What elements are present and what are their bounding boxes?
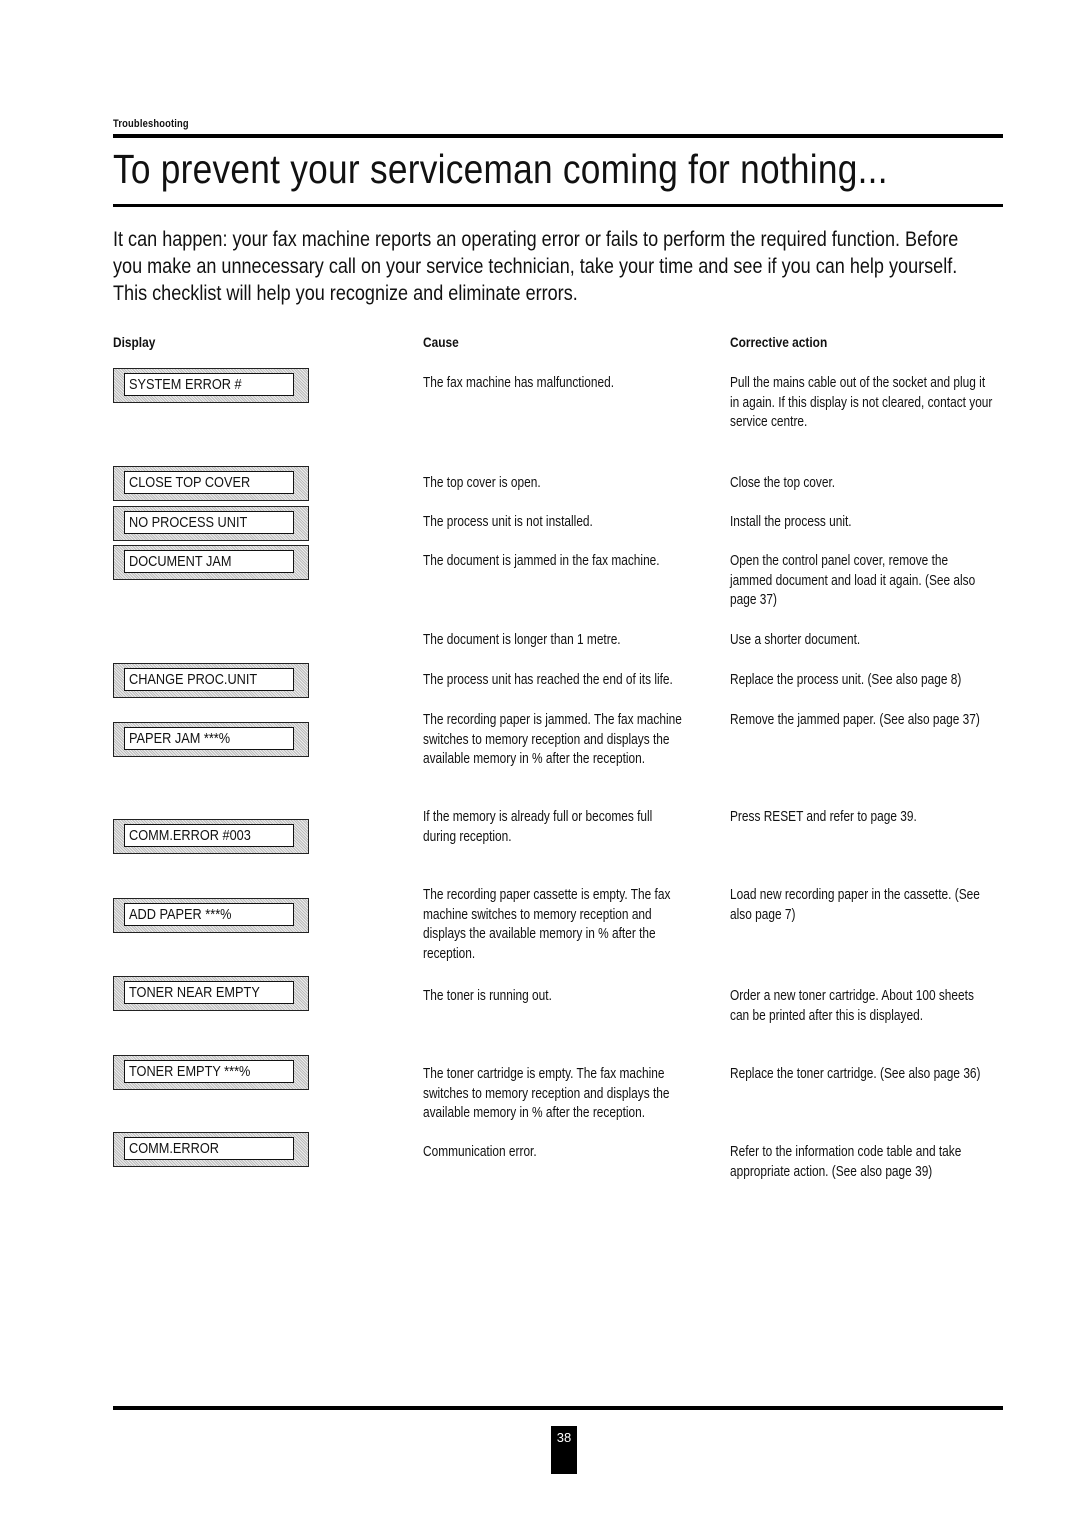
lcd-display: PAPER JAM ***% (113, 722, 309, 757)
column-header-action: Corrective action (730, 334, 828, 350)
lcd-display: ADD PAPER ***% (113, 898, 309, 933)
cause-text: The fax machine has malfunctioned. (423, 375, 615, 391)
action-text: Load new recording paper in the cassette… (730, 887, 980, 923)
page-title: To prevent your serviceman coming for no… (113, 146, 888, 192)
lcd-display: CLOSE TOP COVER (113, 466, 309, 501)
cause-text: The toner cartridge is empty. The fax ma… (423, 1066, 670, 1121)
lcd-display: COMM.ERROR #003 (113, 819, 309, 854)
lcd-display: CHANGE PROC.UNIT (113, 663, 309, 698)
lcd-text: CLOSE TOP COVER (129, 474, 251, 491)
cause-text: The process unit has reached the end of … (423, 672, 673, 688)
lcd-text: TONER EMPTY ***% (129, 1063, 251, 1080)
lcd-display: SYSTEM ERROR # (113, 368, 309, 403)
action-text: Close the top cover. (730, 475, 836, 491)
header-rule (113, 134, 1003, 138)
cause-text: The document is jammed in the fax machin… (423, 553, 660, 569)
footer-rule (113, 1406, 1003, 1410)
lcd-text: COMM.ERROR #003 (129, 827, 251, 844)
column-header-display: Display (113, 334, 156, 350)
cause-text: The recording paper is jammed. The fax m… (423, 712, 682, 767)
lcd-text: COMM.ERROR (129, 1140, 219, 1157)
action-text: Install the process unit. (730, 514, 852, 530)
action-text: Replace the toner cartridge. (See also p… (730, 1066, 981, 1082)
cause-text: The recording paper cassette is empty. T… (423, 887, 671, 962)
lcd-text: TONER NEAR EMPTY (129, 984, 260, 1001)
cause-text: If the memory is already full or becomes… (423, 809, 653, 845)
action-text: Open the control panel cover, remove the… (730, 553, 976, 608)
cause-text: The process unit is not installed. (423, 514, 593, 530)
action-text: Remove the jammed paper. (See also page … (730, 712, 980, 728)
action-text: Use a shorter document. (730, 632, 861, 648)
lcd-display: COMM.ERROR (113, 1132, 309, 1167)
section-label: Troubleshooting (113, 118, 189, 130)
cause-text: The toner is running out. (423, 988, 552, 1004)
lcd-text: NO PROCESS UNIT (129, 514, 248, 531)
lcd-text: CHANGE PROC.UNIT (129, 671, 258, 688)
cause-text: The document is longer than 1 metre. (423, 632, 621, 648)
lcd-text: DOCUMENT JAM (129, 553, 232, 570)
lcd-display: NO PROCESS UNIT (113, 506, 309, 541)
action-text: Replace the process unit. (See also page… (730, 672, 962, 688)
cause-text: Communication error. (423, 1144, 537, 1160)
title-rule (113, 204, 1003, 207)
lcd-text: SYSTEM ERROR # (129, 376, 242, 393)
action-text: Refer to the information code table and … (730, 1144, 962, 1180)
action-text: Press RESET and refer to page 39. (730, 809, 917, 825)
page-number: 38 (551, 1426, 577, 1474)
lcd-display: TONER NEAR EMPTY (113, 976, 309, 1011)
lcd-text: PAPER JAM ***% (129, 730, 231, 747)
action-text: Order a new toner cartridge. About 100 s… (730, 988, 974, 1024)
intro-paragraph: It can happen: your fax machine reports … (113, 228, 959, 305)
lcd-display: DOCUMENT JAM (113, 545, 309, 580)
column-header-cause: Cause (423, 334, 459, 350)
lcd-display: TONER EMPTY ***% (113, 1055, 309, 1090)
action-text: Pull the mains cable out of the socket a… (730, 375, 993, 430)
lcd-text: ADD PAPER ***% (129, 906, 232, 923)
cause-text: The top cover is open. (423, 475, 541, 491)
